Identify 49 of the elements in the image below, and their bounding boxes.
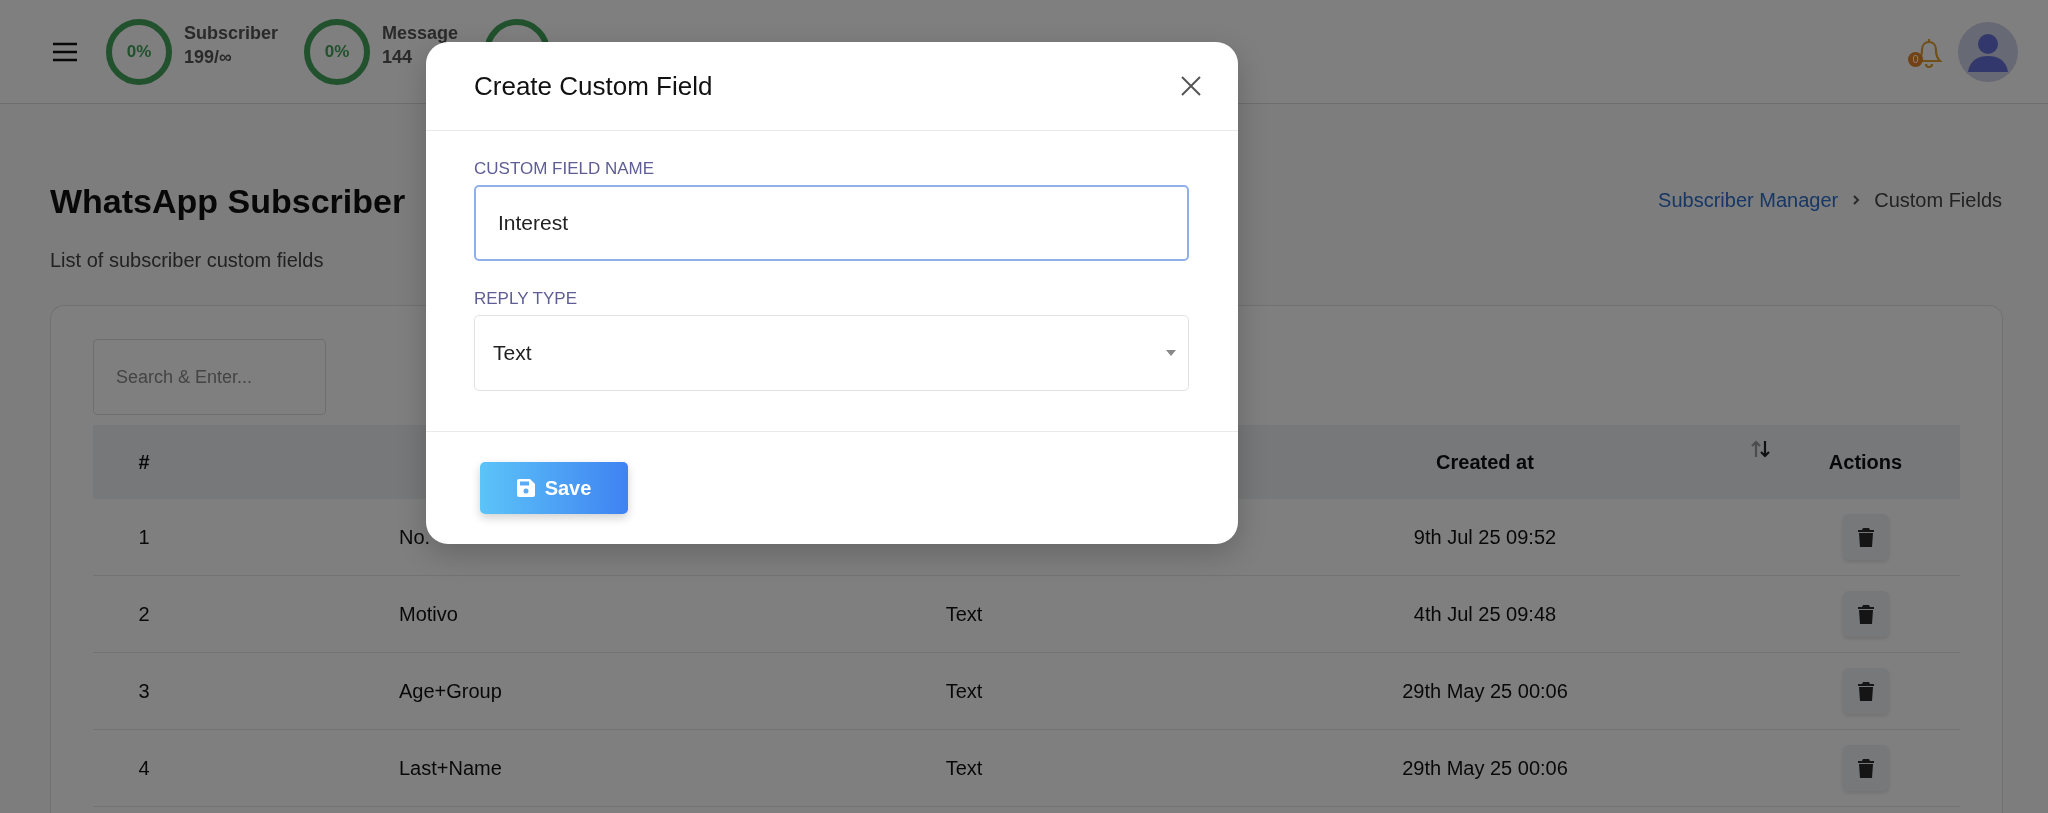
search-field[interactable]: Search & Enter...: [93, 339, 326, 415]
delete-button[interactable]: [1842, 591, 1889, 637]
delete-button[interactable]: [1842, 668, 1889, 714]
delete-button[interactable]: [1842, 514, 1889, 560]
percent-label: 0%: [324, 41, 350, 62]
trash-icon: [1857, 604, 1874, 624]
chevron-icon: [1852, 194, 1861, 206]
trash-icon: [1857, 527, 1874, 547]
breadcrumb-link[interactable]: Subscriber Manager: [1658, 188, 1839, 212]
dropdown[interactable]: Text: [474, 315, 1189, 391]
menu-icon[interactable]: [52, 41, 78, 62]
stat-label: Message: [382, 21, 459, 45]
field-label: REPLY TYPE: [474, 289, 578, 309]
table-cell-text: Last+Name: [398, 756, 503, 780]
caret-icon: [1166, 350, 1176, 356]
field-label: CUSTOM FIELD NAME: [474, 159, 656, 179]
table-cell-text: Text: [944, 602, 984, 626]
table-cell-text: Age+Group: [398, 679, 503, 703]
page-subtitle: List of subscriber custom fields: [50, 249, 325, 272]
table-cell-text: 4th Jul 25 09:48: [1412, 602, 1558, 626]
stat-value: 199/∞: [184, 45, 233, 69]
percent-label: 0%: [126, 41, 152, 62]
table-cell-text: No.: [398, 525, 432, 549]
modal-title: Create Custom Field: [474, 70, 713, 102]
column-header: #: [137, 450, 151, 474]
notification-badge: 0: [1908, 51, 1923, 67]
table-cell-text: Text: [944, 679, 984, 703]
column-header: Created at: [1436, 450, 1534, 474]
table-cell-text: 29th May 25 00:06: [1401, 756, 1569, 780]
sort-icon[interactable]: [1749, 438, 1773, 459]
table-cell-text: 4: [137, 756, 151, 780]
stat-label: Subscriber: [184, 21, 279, 45]
page-title: WhatsApp Subscriber: [50, 182, 406, 221]
close-button[interactable]: [1180, 75, 1202, 97]
column-header: Actions: [1827, 450, 1904, 474]
table-cell-text: 9th Jul 25 09:52: [1412, 525, 1558, 549]
table-cell-text: 2: [137, 602, 151, 626]
table-cell-text: Text: [944, 756, 984, 780]
trash-icon: [1857, 681, 1874, 701]
table-cell-text: Motivo: [398, 602, 459, 626]
table-cell-text: 1: [137, 525, 151, 549]
stat-value: 144: [382, 45, 414, 69]
text-field[interactable]: Interest: [474, 185, 1189, 261]
trash-icon: [1857, 758, 1874, 778]
breadcrumb-current: Custom Fields: [1874, 188, 2002, 212]
table-cell-text: 29th May 25 00:06: [1401, 679, 1569, 703]
delete-button[interactable]: [1842, 745, 1889, 791]
save-button[interactable]: Save: [480, 462, 628, 514]
table-cell-text: 3: [137, 679, 151, 703]
